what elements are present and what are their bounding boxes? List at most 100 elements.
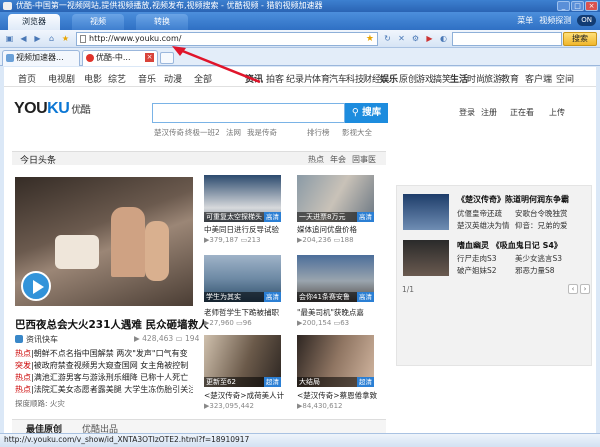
favorite-icon[interactable]: ★ <box>60 33 71 44</box>
nav-news[interactable]: 资讯 <box>245 72 263 85</box>
video-thumbnail[interactable]: 一天进票8万元 高清 <box>297 175 374 222</box>
hot-news-item[interactable]: 热点|法院汇美女态愿者露美腿 大学生冻伤胎引关注 <box>15 384 193 395</box>
tab-youku-produced[interactable]: 优酷出品 <box>82 422 118 433</box>
nav-auto[interactable]: 汽车 <box>329 72 347 85</box>
tv-guide-link[interactable]: 影视大全 <box>342 127 372 138</box>
nav-travel[interactable]: 旅游 <box>484 72 502 85</box>
close-tab-icon[interactable]: × <box>145 53 154 62</box>
nav-home[interactable]: 首页 <box>18 72 36 85</box>
hot-news-item[interactable]: 热点|朝鲜不点名指中国解禁 两次"发声"口气有变 <box>15 348 193 359</box>
video-thumbnail[interactable]: 更新至62 超清 <box>204 335 281 387</box>
promo-item[interactable]: 邪恶力量S8 <box>515 265 555 276</box>
nav-anime[interactable]: 动漫 <box>164 72 182 85</box>
tab-convert[interactable]: 转换 <box>136 14 188 30</box>
refresh-icon[interactable]: ↻ <box>382 33 393 44</box>
address-bar[interactable]: http://www.youku.com/ ★ <box>76 32 378 46</box>
toolbar-search-button[interactable]: 搜索 <box>563 32 597 46</box>
promo-item[interactable]: 优偃皇帝还疏 <box>457 208 502 219</box>
watching-dropdown[interactable]: 正在看 <box>510 107 534 118</box>
nav-game[interactable]: 游戏 <box>416 72 434 85</box>
nav-education[interactable]: 教育 <box>501 72 519 85</box>
youku-logo[interactable]: YOUKU 优酷 <box>14 100 91 118</box>
minimize-button[interactable]: _ <box>557 1 570 11</box>
promo-item[interactable]: 楚汉英雄决为情 <box>457 220 510 231</box>
hot-term[interactable]: 终极一班2 <box>185 127 220 138</box>
hot-term[interactable]: 法网 <box>226 127 241 138</box>
hot-term[interactable]: 楚汉传奇 <box>154 127 184 138</box>
tools-icon[interactable]: ⚙ <box>410 33 421 44</box>
new-tab-button[interactable] <box>160 52 174 64</box>
nav-original[interactable]: 原创 <box>399 72 417 85</box>
tab-video[interactable]: 视频 <box>72 14 124 30</box>
feed-tab-other[interactable]: 固事医 <box>352 154 376 165</box>
promo-item[interactable]: 美少女逃言S3 <box>515 253 562 264</box>
promo-item[interactable]: 破产姐妹S2 <box>457 265 497 276</box>
nav-tv[interactable]: 电视剧 <box>48 72 75 85</box>
nav-fashion[interactable]: 时尚 <box>467 72 485 85</box>
video-title[interactable]: "最美司机"获晚点嘉 <box>297 307 377 318</box>
promo-item[interactable]: 安歌台令晚独赏 <box>515 208 568 219</box>
search-engine-icon[interactable]: ◐ <box>438 33 449 44</box>
login-link[interactable]: 登录 <box>459 107 475 118</box>
close-window-button[interactable]: × <box>585 1 598 11</box>
back-icon[interactable]: ◀ <box>18 33 29 44</box>
menu-button[interactable]: 菜单 <box>517 15 533 26</box>
home-icon[interactable]: ⌂ <box>46 33 57 44</box>
nav-finance[interactable]: 财经 <box>363 72 381 85</box>
maximize-button[interactable]: □ <box>571 1 584 11</box>
hot-news-item[interactable]: 突发|被政府禁查视频男大窥查国网 女主角被控制 <box>15 360 193 371</box>
video-thumbnail[interactable]: 大结局 超清 <box>297 335 374 387</box>
forward-icon[interactable]: ▶ <box>32 33 43 44</box>
nav-tech[interactable]: 科技 <box>346 72 364 85</box>
promo-show-title[interactable]: 《楚汉传奇》陈道明何润东争霸 <box>457 194 569 205</box>
promo-show-title[interactable]: 嗜血幽灵 《吸血鬼日记 S4》 <box>457 240 562 251</box>
youku-search-input[interactable] <box>152 103 345 123</box>
stop-icon[interactable]: ✕ <box>396 33 407 44</box>
play-icon[interactable] <box>21 271 51 301</box>
nav-space[interactable]: 空间 <box>556 72 574 85</box>
rank-link[interactable]: 排行榜 <box>307 127 330 138</box>
video-thumbnail[interactable]: 会你41条赛安鲁 高清 <box>297 255 374 302</box>
promo-thumbnail[interactable] <box>403 240 449 276</box>
feed-tab-hot[interactable]: 热点 <box>308 154 324 165</box>
nav-all[interactable]: 全部 <box>194 72 212 85</box>
browser-tab-youku[interactable]: 优酷-中... × <box>82 50 158 66</box>
video-icon[interactable]: ▶ <box>424 33 435 44</box>
nav-client[interactable]: 客户端 <box>525 72 552 85</box>
nav-paike[interactable]: 拍客 <box>266 72 284 85</box>
promo-thumbnail[interactable] <box>403 194 449 230</box>
toolbar-search-input[interactable] <box>452 32 562 46</box>
nav-sports[interactable]: 体育 <box>312 72 330 85</box>
feed-tab-annual[interactable]: 年会 <box>330 154 346 165</box>
nav-movie[interactable]: 电影 <box>84 72 102 85</box>
headline-title[interactable]: 巴西夜总会大火231人遇难 民众砸墙救人 <box>15 317 209 332</box>
nav-music[interactable]: 音乐 <box>138 72 156 85</box>
video-thumbnail[interactable]: 学生为其实 高清 <box>204 255 281 302</box>
promo-item[interactable]: 仰音：兄弟的爱 <box>515 220 568 231</box>
hot-term[interactable]: 我是传奇 <box>247 127 277 138</box>
youku-search-button[interactable]: ⚲ 搜库 <box>345 103 388 123</box>
nav-entertainment[interactable]: 娱乐 <box>380 72 398 85</box>
nav-variety[interactable]: 综艺 <box>108 72 126 85</box>
headline-video-thumbnail[interactable] <box>15 177 193 306</box>
browser-tab-accelerator[interactable]: 视频加速器... <box>2 50 80 66</box>
promo-next-icon[interactable]: › <box>580 284 590 294</box>
register-link[interactable]: 注册 <box>481 107 497 118</box>
probe-toggle[interactable]: ON <box>577 15 596 26</box>
hot-news-item[interactable]: 热点|满池汇游男客与游泳刑乐细降 已称十人死亡 <box>15 372 193 383</box>
tab-browser[interactable]: 浏览器 <box>8 14 60 30</box>
nav-funny[interactable]: 搞笑 <box>433 72 451 85</box>
headline-source[interactable]: 资讯快车 <box>15 334 58 345</box>
promo-prev-icon[interactable]: ‹ <box>568 284 578 294</box>
bookmark-star-icon[interactable]: ★ <box>366 33 374 45</box>
promo-item[interactable]: 行尸走肉S3 <box>457 253 497 264</box>
video-title[interactable]: <楚汉传奇>成荷美人计 <box>204 390 284 401</box>
folder-icon[interactable]: ▣ <box>4 33 15 44</box>
video-thumbnail[interactable]: 可重复太空探梯头 高清 <box>204 175 281 222</box>
video-title[interactable]: 老师哲学生下跪被捕职 <box>204 307 284 318</box>
upload-link[interactable]: 上传 <box>549 107 565 118</box>
tab-best-original[interactable]: 最佳原创 <box>26 422 62 433</box>
video-title[interactable]: 中美同日进行反导试验 <box>204 224 284 235</box>
video-title[interactable]: <楚汉传奇>蔡恩倦拿致命 <box>297 390 377 401</box>
nav-documentary[interactable]: 纪录片 <box>286 72 313 85</box>
